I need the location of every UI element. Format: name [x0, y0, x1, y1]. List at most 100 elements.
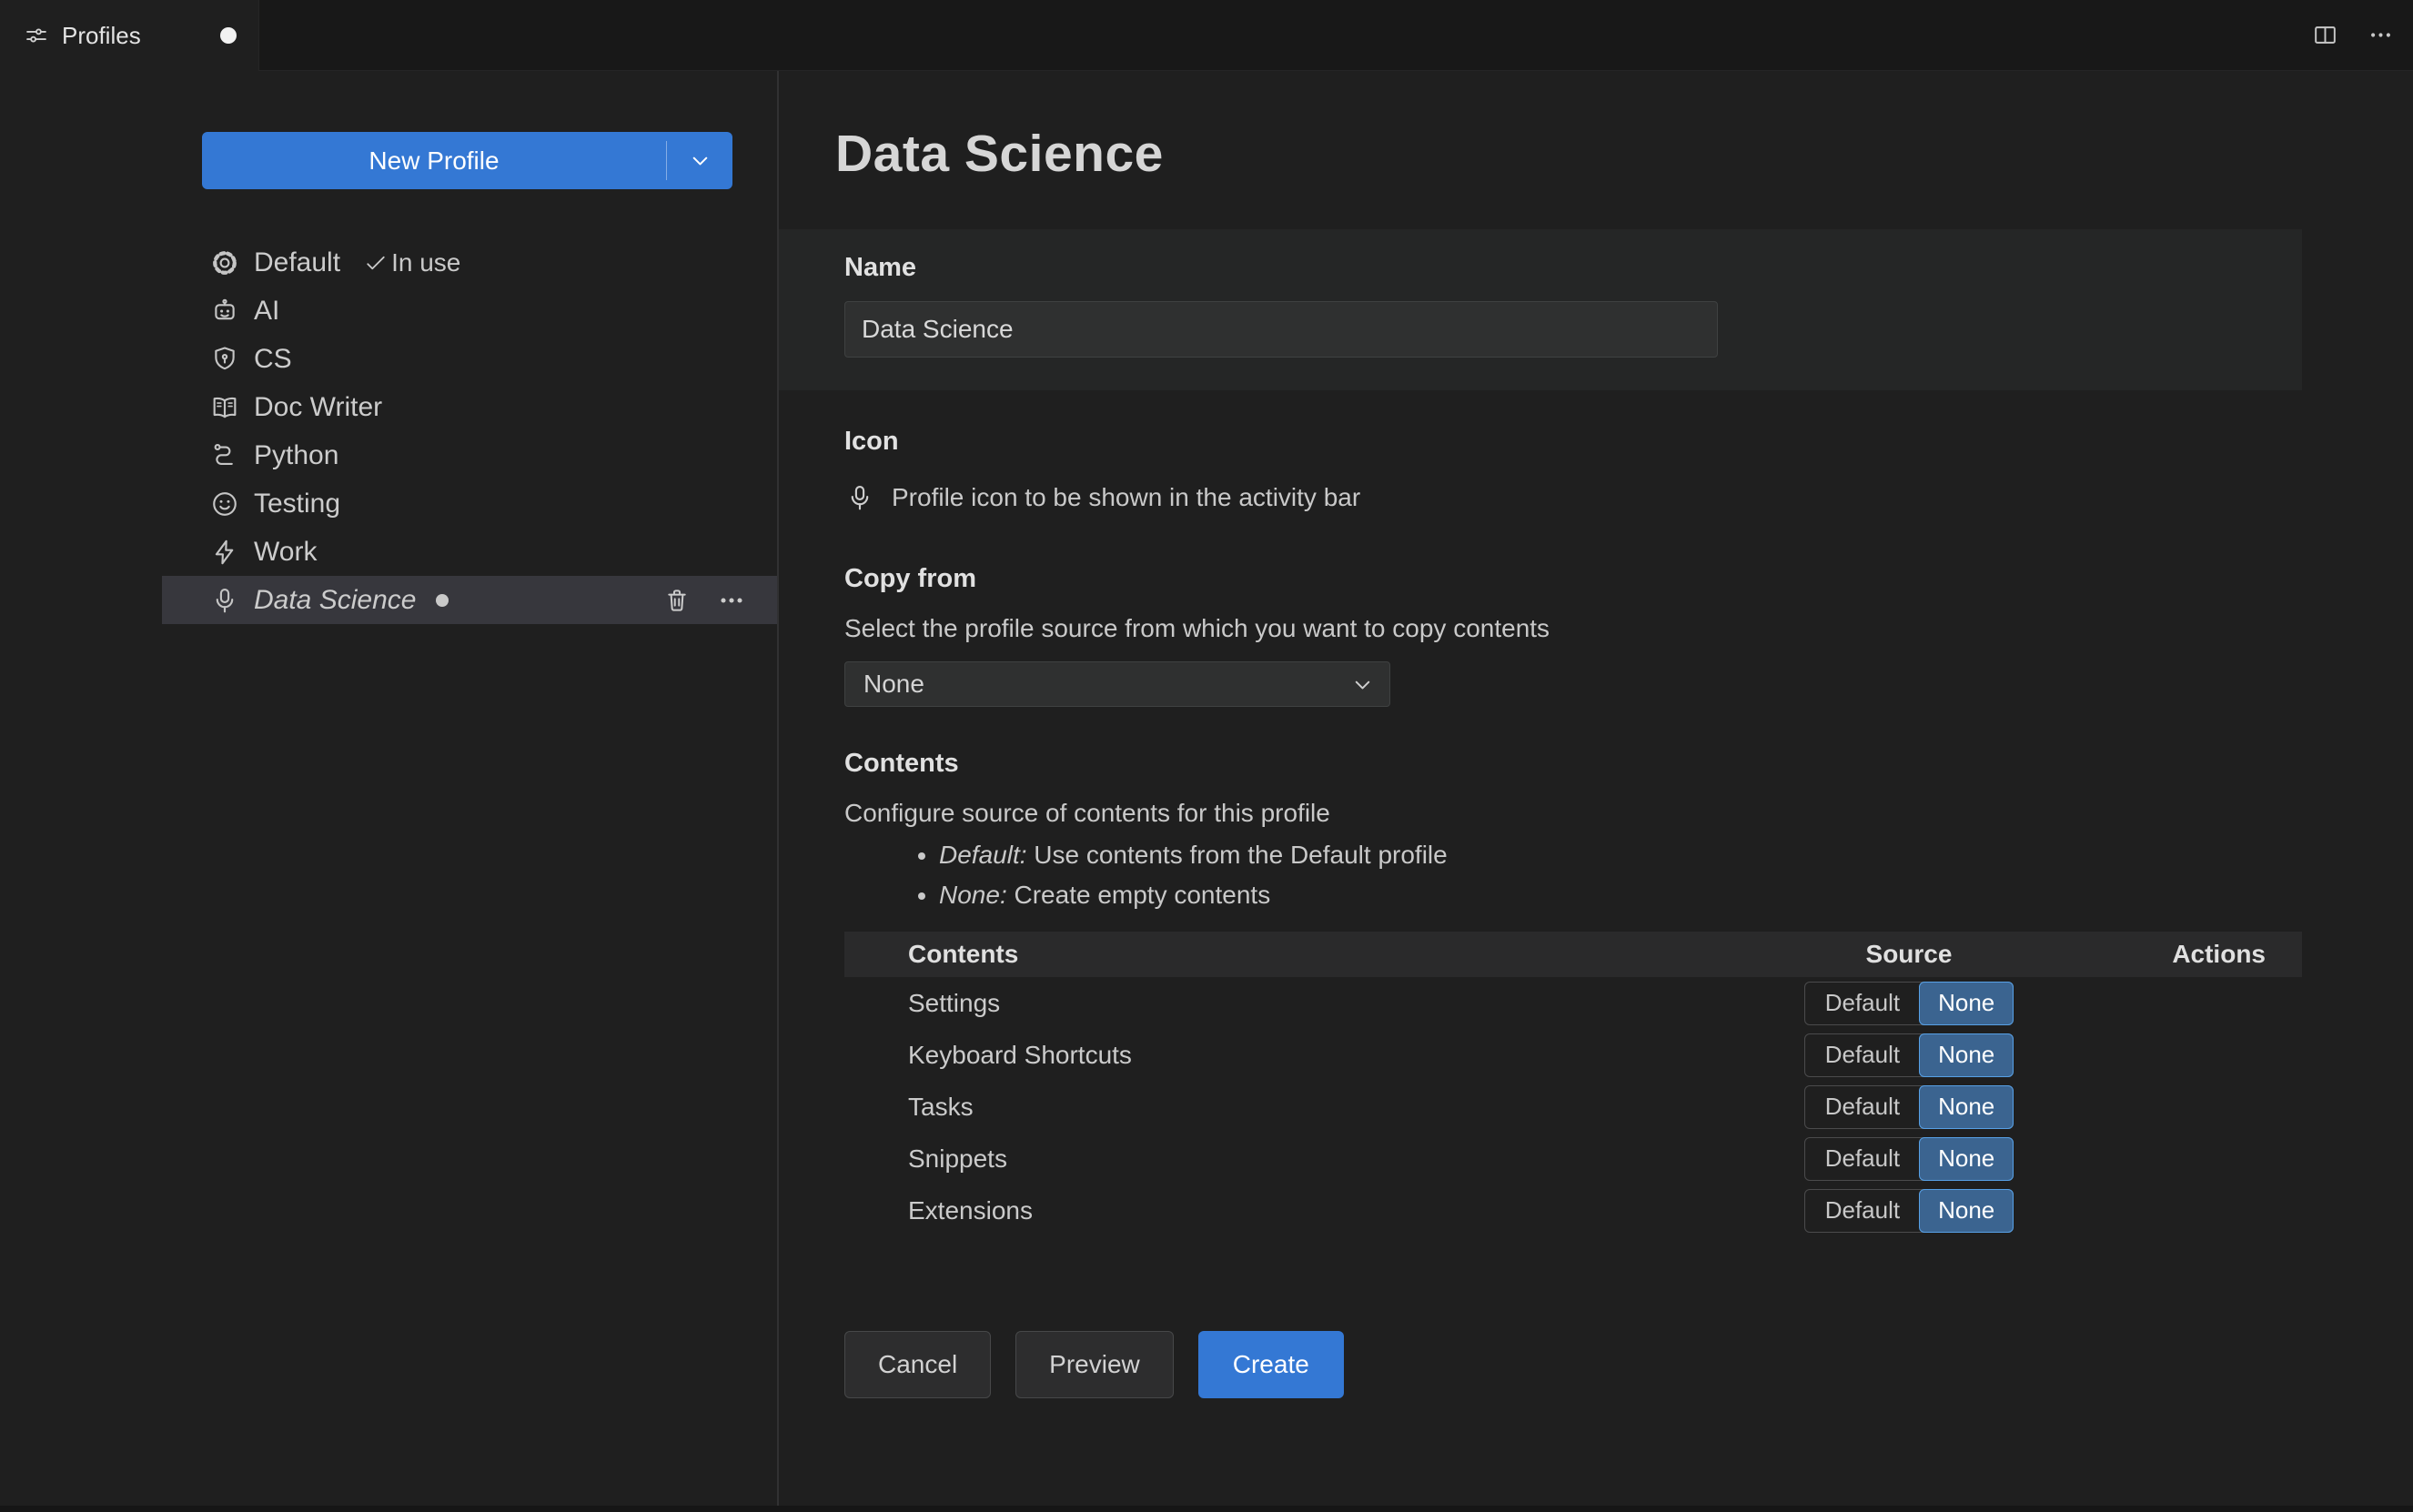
source-option-default[interactable]: Default	[1805, 1138, 1920, 1180]
microphone-icon[interactable]	[844, 482, 875, 513]
source-option-none[interactable]: None	[1919, 1136, 2014, 1181]
modified-dot-icon	[436, 593, 449, 607]
copy-from-select[interactable]: None	[844, 661, 1390, 707]
profile-item-data-science[interactable]: Data Science	[162, 576, 777, 624]
snake-icon	[209, 440, 240, 471]
icon-section: Icon Profile icon to be shown in the act…	[779, 427, 2302, 513]
shield-icon	[209, 344, 240, 375]
name-label: Name	[844, 253, 916, 282]
source-option-default[interactable]: Default	[1805, 1034, 1920, 1076]
profile-list: Default In use AI CS Doc Writer Python Testing…	[162, 238, 777, 624]
profile-name: Default	[254, 247, 341, 277]
profile-name-input[interactable]	[844, 301, 1718, 358]
profile-item-default[interactable]: Default In use	[162, 238, 777, 287]
check-icon	[362, 249, 389, 277]
profile-name: Testing	[254, 488, 341, 519]
dirty-indicator-dot[interactable]	[220, 27, 237, 44]
profile-name: CS	[254, 343, 292, 374]
source-option-none[interactable]: None	[1919, 1033, 2014, 1077]
contents-table-body: Settings Default None Keyboard Shortcuts Def…	[844, 977, 2302, 1236]
more-actions-icon[interactable]	[2367, 21, 2395, 49]
chevron-down-icon	[1350, 672, 1375, 697]
source-option-default[interactable]: Default	[1805, 1086, 1920, 1128]
in-use-badge: In use	[362, 248, 460, 277]
source-option-none[interactable]: None	[1919, 1188, 2014, 1233]
contents-table-row: Tasks Default None	[844, 1081, 2302, 1133]
gear-icon	[209, 247, 240, 278]
legend-none: None: Create empty contents	[939, 875, 2413, 915]
profile-item-cs[interactable]: CS	[162, 335, 777, 383]
icon-description: Profile icon to be shown in the activity…	[892, 483, 1361, 511]
row-label: Snippets	[908, 1144, 1007, 1173]
header-source: Source	[1865, 940, 1953, 968]
book-icon	[209, 392, 240, 423]
legend-default: Default: Use contents from the Default p…	[939, 835, 2413, 875]
contents-table: Contents Source Actions Settings Default N…	[844, 932, 2302, 1236]
row-label: Settings	[908, 988, 1001, 1017]
zap-icon	[209, 537, 240, 568]
profile-name: Data Science	[254, 584, 417, 615]
source-toggle: Default None	[1803, 1188, 2014, 1233]
profile-name: AI	[254, 295, 280, 326]
contents-table-header: Contents Source Actions	[844, 932, 2302, 977]
source-toggle: Default None	[1803, 1084, 2014, 1129]
tab-title: Profiles	[62, 21, 141, 49]
smiley-icon	[209, 489, 240, 519]
profile-name: Work	[254, 536, 318, 567]
row-label: Keyboard Shortcuts	[908, 1040, 1132, 1069]
more-actions-icon[interactable]	[715, 584, 748, 617]
copy-from-section: Copy from Select the profile source from…	[779, 564, 2302, 707]
contents-table-row: Extensions Default None	[844, 1184, 2302, 1236]
header-contents: Contents	[908, 940, 1019, 968]
new-profile-button-label: New Profile	[369, 146, 500, 175]
contents-label: Contents	[844, 749, 959, 778]
new-profile-dropdown-button[interactable]	[667, 132, 732, 189]
settings-sliders-icon	[24, 23, 49, 48]
name-section: Name	[779, 229, 2302, 390]
trash-icon[interactable]	[662, 586, 692, 615]
source-option-default[interactable]: Default	[1805, 1190, 1920, 1232]
create-button[interactable]: Create	[1197, 1331, 1344, 1398]
cancel-button[interactable]: Cancel	[844, 1331, 992, 1398]
profile-item-testing[interactable]: Testing	[162, 479, 777, 528]
contents-description: Configure source of contents for this pr…	[844, 799, 1330, 827]
contents-legend: Default: Use contents from the Default p…	[844, 835, 2413, 915]
header-actions: Actions	[2172, 940, 2266, 968]
split-editor-icon[interactable]	[2311, 21, 2339, 49]
profile-name: Doc Writer	[254, 391, 383, 422]
profile-name: Python	[254, 439, 339, 470]
row-label: Extensions	[908, 1195, 1033, 1225]
source-option-none[interactable]: None	[1919, 981, 2014, 1025]
contents-table-row: Snippets Default None	[844, 1133, 2302, 1184]
contents-table-row: Keyboard Shortcuts Default None	[844, 1029, 2302, 1081]
tab-profiles[interactable]: Profiles	[0, 0, 259, 71]
source-option-none[interactable]: None	[1919, 1084, 2014, 1129]
preview-button[interactable]: Preview	[1015, 1331, 1174, 1398]
form-actions: Cancel Preview Create	[779, 1331, 2413, 1398]
robot-icon	[209, 296, 240, 327]
source-option-default[interactable]: Default	[1805, 983, 1920, 1024]
editor-actions	[2311, 0, 2413, 70]
source-toggle: Default None	[1803, 1033, 2014, 1077]
contents-section: Contents Configure source of contents fo…	[779, 749, 2413, 1236]
icon-label: Icon	[844, 427, 899, 456]
profile-item-work[interactable]: Work	[162, 528, 777, 576]
window-bottom-edge	[0, 1506, 2413, 1512]
profile-item-doc-writer[interactable]: Doc Writer	[162, 383, 777, 431]
copy-from-value: None	[863, 670, 924, 698]
copy-from-label: Copy from	[844, 564, 976, 593]
new-profile-button[interactable]: New Profile	[202, 132, 732, 189]
editor-tab-bar: Profiles	[0, 0, 2413, 71]
profiles-sidebar: New Profile Default In use AI CS Doc Writer P…	[0, 71, 777, 1506]
source-toggle: Default None	[1803, 1136, 2014, 1181]
profile-details: Data Science Name Icon Profile icon to b…	[779, 71, 2413, 1506]
source-toggle: Default None	[1803, 981, 2014, 1025]
profile-row-actions	[662, 584, 777, 617]
page-title: Data Science	[835, 125, 1164, 183]
profile-item-ai[interactable]: AI	[162, 287, 777, 335]
profile-item-python[interactable]: Python	[162, 431, 777, 479]
mic-icon	[209, 585, 240, 616]
chevron-down-icon	[688, 148, 712, 173]
row-label: Tasks	[908, 1092, 974, 1121]
contents-table-row: Settings Default None	[844, 977, 2302, 1029]
